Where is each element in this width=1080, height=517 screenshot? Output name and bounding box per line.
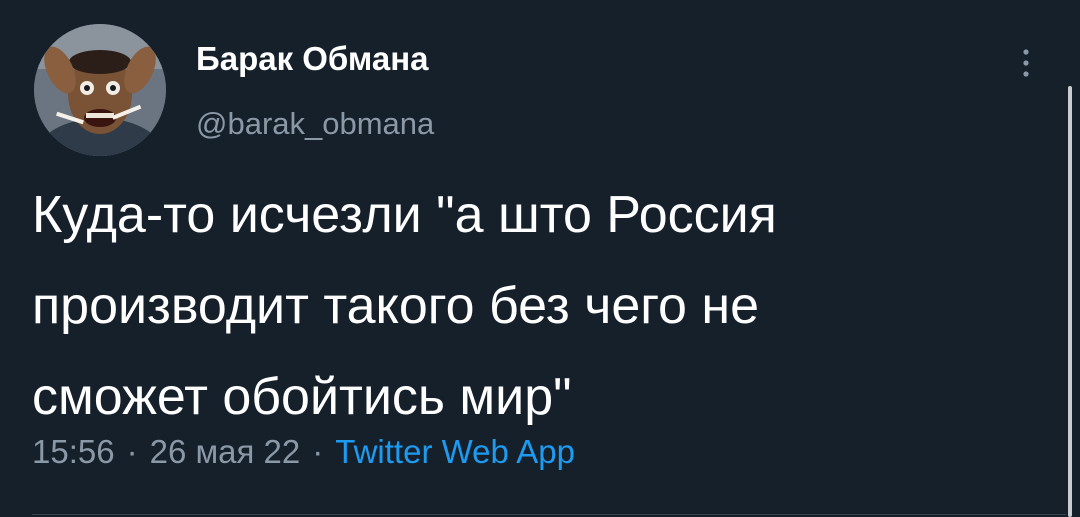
tweet-time[interactable]: 15:56 xyxy=(32,433,115,470)
tweet-card: Барак Обмана @barak_obmana Куда-то исчез… xyxy=(0,0,1080,517)
tweet-text-line: производит такого без чего не xyxy=(32,277,760,335)
tweet-metadata: 15:56 · 26 мая 22 · Twitter Web App xyxy=(32,433,575,471)
avatar[interactable] xyxy=(34,24,166,156)
tweet-source-link[interactable]: Twitter Web App xyxy=(335,433,575,470)
tweet-date[interactable]: 26 мая 22 xyxy=(150,433,301,470)
author-handle[interactable]: @barak_obmana xyxy=(196,106,434,142)
author-display-name[interactable]: Барак Обмана xyxy=(196,40,429,78)
divider xyxy=(32,514,1066,515)
tweet-text-line: сможет обойтись мир" xyxy=(32,368,572,426)
scrollbar[interactable] xyxy=(1068,86,1072,517)
tweet-text: Куда-то исчезли "а што Россия производит… xyxy=(32,170,1052,443)
meta-separator: · xyxy=(312,433,324,470)
meta-separator: · xyxy=(126,433,138,470)
avatar-photo-icon xyxy=(34,24,166,156)
tweet-text-line: Куда-то исчезли "а што Россия xyxy=(32,186,777,244)
more-vertical-icon[interactable] xyxy=(1014,46,1038,80)
